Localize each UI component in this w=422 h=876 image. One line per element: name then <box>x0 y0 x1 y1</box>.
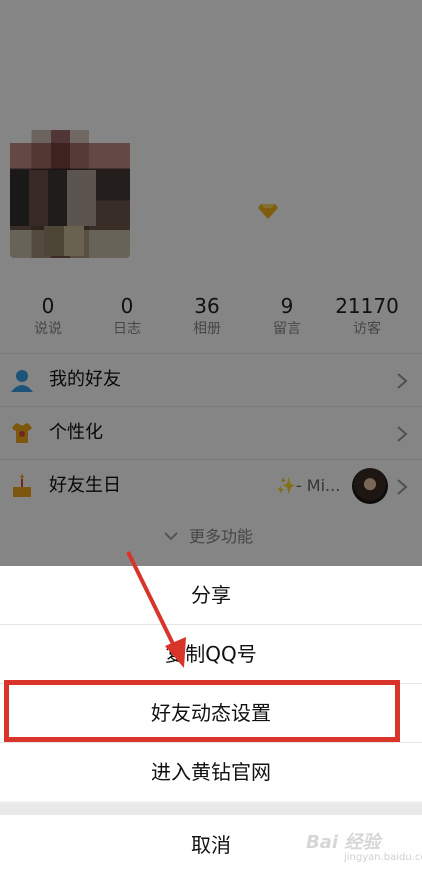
sheet-item-feed-settings[interactable]: 好友动态设置 <box>0 684 422 743</box>
sheet-item-share[interactable]: 分享 <box>0 566 422 625</box>
baidu-jingyan-watermark: Bai 经验 jingyan.baidu.com <box>300 816 422 872</box>
sheet-item-vip-site[interactable]: 进入黄钻官网 <box>0 743 422 801</box>
watermark-brand: Bai 经验 <box>306 832 381 853</box>
sheet-item-copy-qq[interactable]: 复制QQ号 <box>0 625 422 684</box>
sheet-divider <box>0 803 422 815</box>
watermark-url: jingyan.baidu.com <box>344 852 422 863</box>
